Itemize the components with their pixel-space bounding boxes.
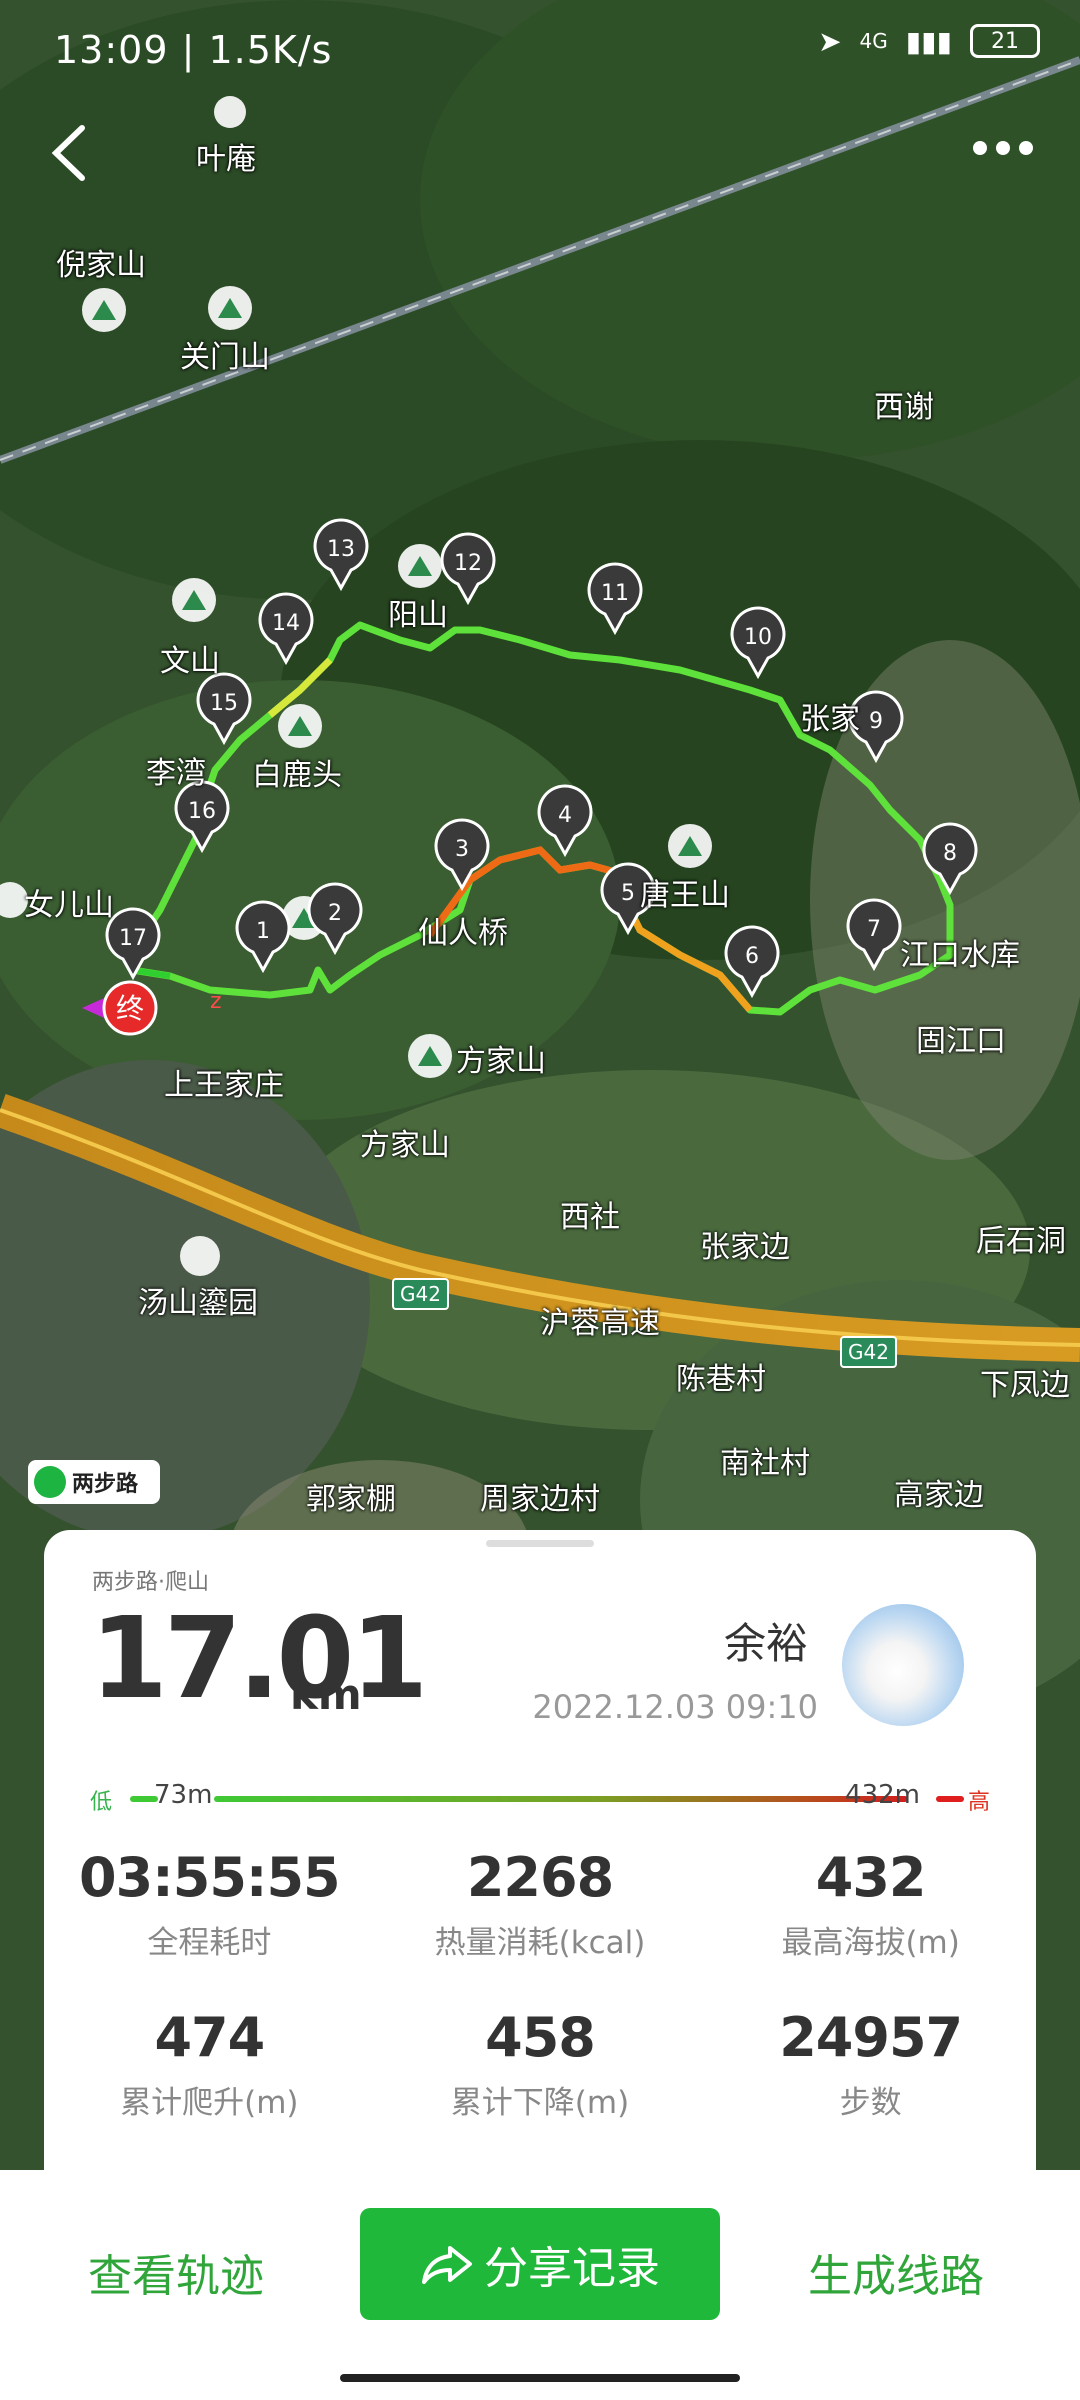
place-label: 阳山 [388, 598, 448, 633]
place-label: 张家 [800, 702, 860, 737]
place-label: 郭家棚 [306, 1482, 396, 1517]
place-label: 江口水库 [900, 938, 1020, 973]
waypoint-label: 13 [327, 537, 355, 562]
waypoint-label: 10 [744, 625, 772, 650]
waypoint-label: 9 [869, 709, 883, 734]
place-label: 下凤边 [980, 1368, 1070, 1403]
drag-handle[interactable] [486, 1540, 594, 1547]
status-time: 13:09 [54, 28, 169, 72]
svg-text:z: z [210, 989, 222, 1014]
waypoint-label: 3 [455, 837, 469, 862]
place-label: 后石洞 [976, 1224, 1066, 1259]
place-label: 女儿山 [24, 888, 114, 923]
place-label: 南社村 [720, 1446, 810, 1481]
stat-descent: 458 累计下降(m) [450, 2006, 630, 2121]
activity-tag: 两步路·爬山 [92, 1570, 209, 1595]
elevation-low-label: 低 [90, 1790, 113, 1815]
end-marker-text: 终 [116, 992, 144, 1025]
waypoint-label: 14 [272, 611, 300, 636]
road-code-badge: G42 [392, 1278, 449, 1310]
place-label: 固江口 [916, 1024, 1006, 1059]
status-speed: 1.5K/s [208, 28, 333, 72]
waypoint-label: 2 [328, 901, 342, 926]
generate-route-button[interactable]: 生成线路 [808, 2240, 984, 2304]
summary-card: 两步路·爬山 17.01 km 余裕 2022.12.03 09:10 低 73… [44, 1530, 1036, 2170]
signal-icon: ▮▮▮ [905, 24, 952, 58]
waypoint-label: 7 [867, 917, 881, 942]
battery-icon: 21 [970, 24, 1040, 58]
share-icon [422, 2246, 472, 2284]
place-label: 汤山鎏园 [138, 1286, 258, 1321]
place-label: 关门山 [180, 340, 270, 375]
waypoint-label: 8 [943, 841, 957, 866]
brand-chip: 两步路 [28, 1460, 160, 1504]
waypoint-label: 1 [256, 919, 270, 944]
share-record-button[interactable]: 分享记录 [360, 2208, 720, 2320]
stat-max-altitude: 432 最高海拔(m) [781, 1846, 960, 1961]
more-button[interactable] [968, 128, 1038, 168]
home-indicator[interactable] [340, 2374, 740, 2382]
location-icon: ➤ [818, 24, 842, 58]
network-type: 4G [859, 29, 888, 53]
brand-logo-icon [34, 1466, 66, 1498]
stat-steps: 24957 步数 [779, 2006, 963, 2121]
place-label: 李湾 [146, 756, 206, 791]
place-label: 白鹿头 [252, 758, 342, 793]
stat-duration: 03:55:55 全程耗时 [79, 1846, 341, 1961]
distance-unit: km [290, 1670, 362, 1719]
road-code-badge: G42 [840, 1336, 897, 1368]
waypoint-label: 11 [601, 581, 629, 606]
back-button[interactable] [42, 118, 102, 188]
elevation-gradient-bar [214, 1796, 908, 1802]
waypoint-label: 15 [210, 691, 238, 716]
place-label: 陈巷村 [676, 1362, 766, 1397]
waypoint-label: 12 [454, 551, 482, 576]
status-bar: 13:09 | 1.5K/s ➤ 4G ▮▮▮ 21 [0, 0, 1080, 100]
place-label: 方家山 [360, 1128, 450, 1163]
elevation-legend: 低 73m 432m 高 [90, 1774, 990, 1815]
elevation-max: 432m [845, 1780, 920, 1810]
distance-value: 17.01 [90, 1594, 428, 1724]
place-label: 上王家庄 [164, 1068, 284, 1103]
place-label: 西社 [560, 1200, 620, 1235]
place-label: 唐王山 [640, 878, 730, 913]
elevation-min: 73m [154, 1780, 213, 1810]
waypoint-label: 6 [745, 944, 759, 969]
view-track-button[interactable]: 查看轨迹 [88, 2240, 264, 2304]
place-label: 方家山 [456, 1044, 546, 1079]
avatar[interactable] [842, 1604, 964, 1726]
elevation-high-label: 高 [967, 1790, 990, 1815]
place-label: 叶庵 [196, 142, 256, 177]
place-label: 西谢 [874, 390, 934, 425]
place-label: 沪蓉高速 [540, 1306, 660, 1341]
stat-ascent: 474 累计爬升(m) [120, 2006, 299, 2121]
stats-grid: 03:55:55 全程耗时 2268 热量消耗(kcal) 432 最高海拔(m) 4… [44, 1846, 1036, 2122]
place-label: 倪家山 [56, 248, 146, 283]
place-label: 张家边 [700, 1230, 790, 1265]
waypoint-label: 16 [188, 799, 216, 824]
waypoint-label: 5 [621, 881, 635, 906]
bottom-action-bar: 查看轨迹 分享记录 生成线路 [0, 2170, 1080, 2400]
place-label: 文山 [160, 644, 220, 679]
waypoint-label: 4 [558, 803, 572, 828]
waypoint-label: 17 [119, 926, 147, 951]
place-label: 仙人桥 [418, 916, 508, 951]
user-name: 余裕 [723, 1619, 808, 1668]
record-datetime: 2022.12.03 09:10 [532, 1688, 818, 1726]
stat-calories: 2268 热量消耗(kcal) [434, 1846, 646, 1961]
place-label: 周家边村 [480, 1482, 600, 1517]
more-dots-icon [973, 141, 1033, 155]
place-label: 高家边 [894, 1478, 984, 1513]
